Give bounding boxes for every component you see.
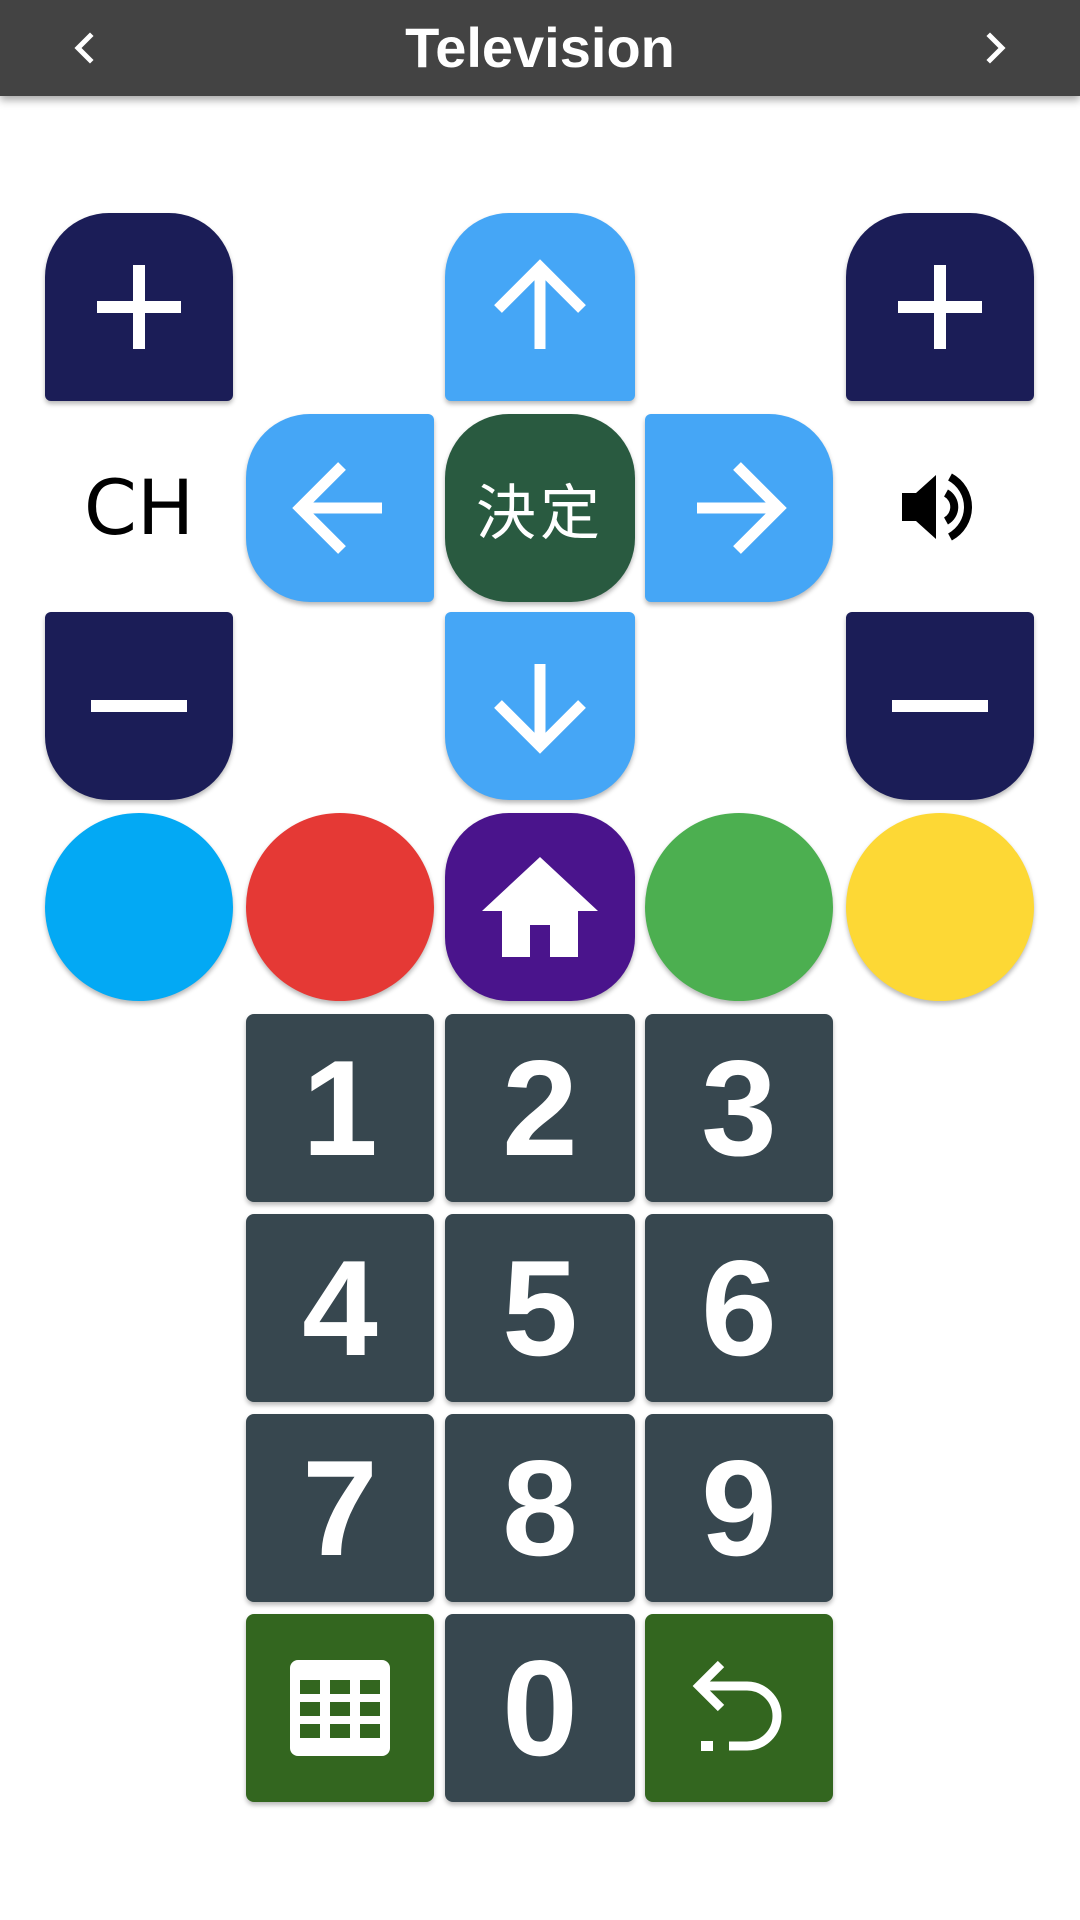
- volume-down-button[interactable]: [846, 612, 1034, 800]
- green-button[interactable]: [645, 813, 833, 1001]
- key-7-button[interactable]: 7: [246, 1414, 434, 1602]
- key-3-button[interactable]: 3: [645, 1014, 833, 1202]
- next-page-button[interactable]: [966, 18, 1026, 78]
- blue-button[interactable]: [45, 813, 233, 1001]
- key-9-button[interactable]: 9: [645, 1414, 833, 1602]
- channel-label: CH: [83, 462, 195, 552]
- key-9-label: 9: [701, 1432, 777, 1584]
- ok-label: 決定: [476, 478, 604, 549]
- dpad-left-button[interactable]: [246, 414, 434, 602]
- arrow-left-icon: [292, 462, 382, 554]
- key-6-label: 6: [701, 1232, 777, 1384]
- volume-up-button[interactable]: [846, 213, 1034, 401]
- guide-button[interactable]: [246, 1614, 434, 1802]
- key-4-label: 4: [302, 1232, 378, 1384]
- plus-icon: [898, 265, 982, 349]
- key-1-button[interactable]: 1: [246, 1014, 434, 1202]
- home-icon: [482, 857, 598, 957]
- key-2-label: 2: [502, 1032, 578, 1184]
- key-6-button[interactable]: 6: [645, 1214, 833, 1402]
- plus-icon: [97, 265, 181, 349]
- key-2-button[interactable]: 2: [445, 1014, 635, 1202]
- yellow-button[interactable]: [846, 813, 1034, 1001]
- page-title: Television: [405, 16, 675, 79]
- home-button[interactable]: [445, 813, 635, 1001]
- dpad-down-button[interactable]: [445, 612, 635, 800]
- dpad-ok-button[interactable]: 決定: [445, 414, 635, 602]
- channel-label-cell: CH: [45, 413, 233, 601]
- red-button[interactable]: [246, 813, 434, 1001]
- return-icon: [692, 1660, 782, 1751]
- grid-icon: [290, 1660, 390, 1756]
- top-app-bar: Television: [0, 0, 1080, 96]
- key-0-button[interactable]: 0: [445, 1614, 635, 1802]
- dpad-up-button[interactable]: [445, 213, 635, 401]
- arrow-up-icon: [494, 259, 586, 349]
- speaker-icon: [902, 473, 972, 541]
- key-7-label: 7: [302, 1432, 378, 1584]
- volume-label-cell: [846, 413, 1034, 601]
- minus-icon: [91, 700, 187, 712]
- key-5-label: 5: [502, 1232, 578, 1384]
- channel-down-button[interactable]: [45, 612, 233, 800]
- minus-icon: [892, 700, 988, 712]
- key-8-label: 8: [502, 1432, 578, 1584]
- key-3-label: 3: [701, 1032, 777, 1184]
- dpad-right-button[interactable]: [645, 414, 833, 602]
- chevron-right-icon: [986, 32, 1006, 64]
- key-5-button[interactable]: 5: [445, 1214, 635, 1402]
- arrow-down-icon: [494, 664, 586, 754]
- back-button[interactable]: [645, 1614, 833, 1802]
- arrow-right-icon: [697, 462, 787, 554]
- key-8-button[interactable]: 8: [445, 1414, 635, 1602]
- key-0-label: 0: [502, 1632, 578, 1784]
- key-4-button[interactable]: 4: [246, 1214, 434, 1402]
- channel-up-button[interactable]: [45, 213, 233, 401]
- key-1-label: 1: [302, 1032, 378, 1184]
